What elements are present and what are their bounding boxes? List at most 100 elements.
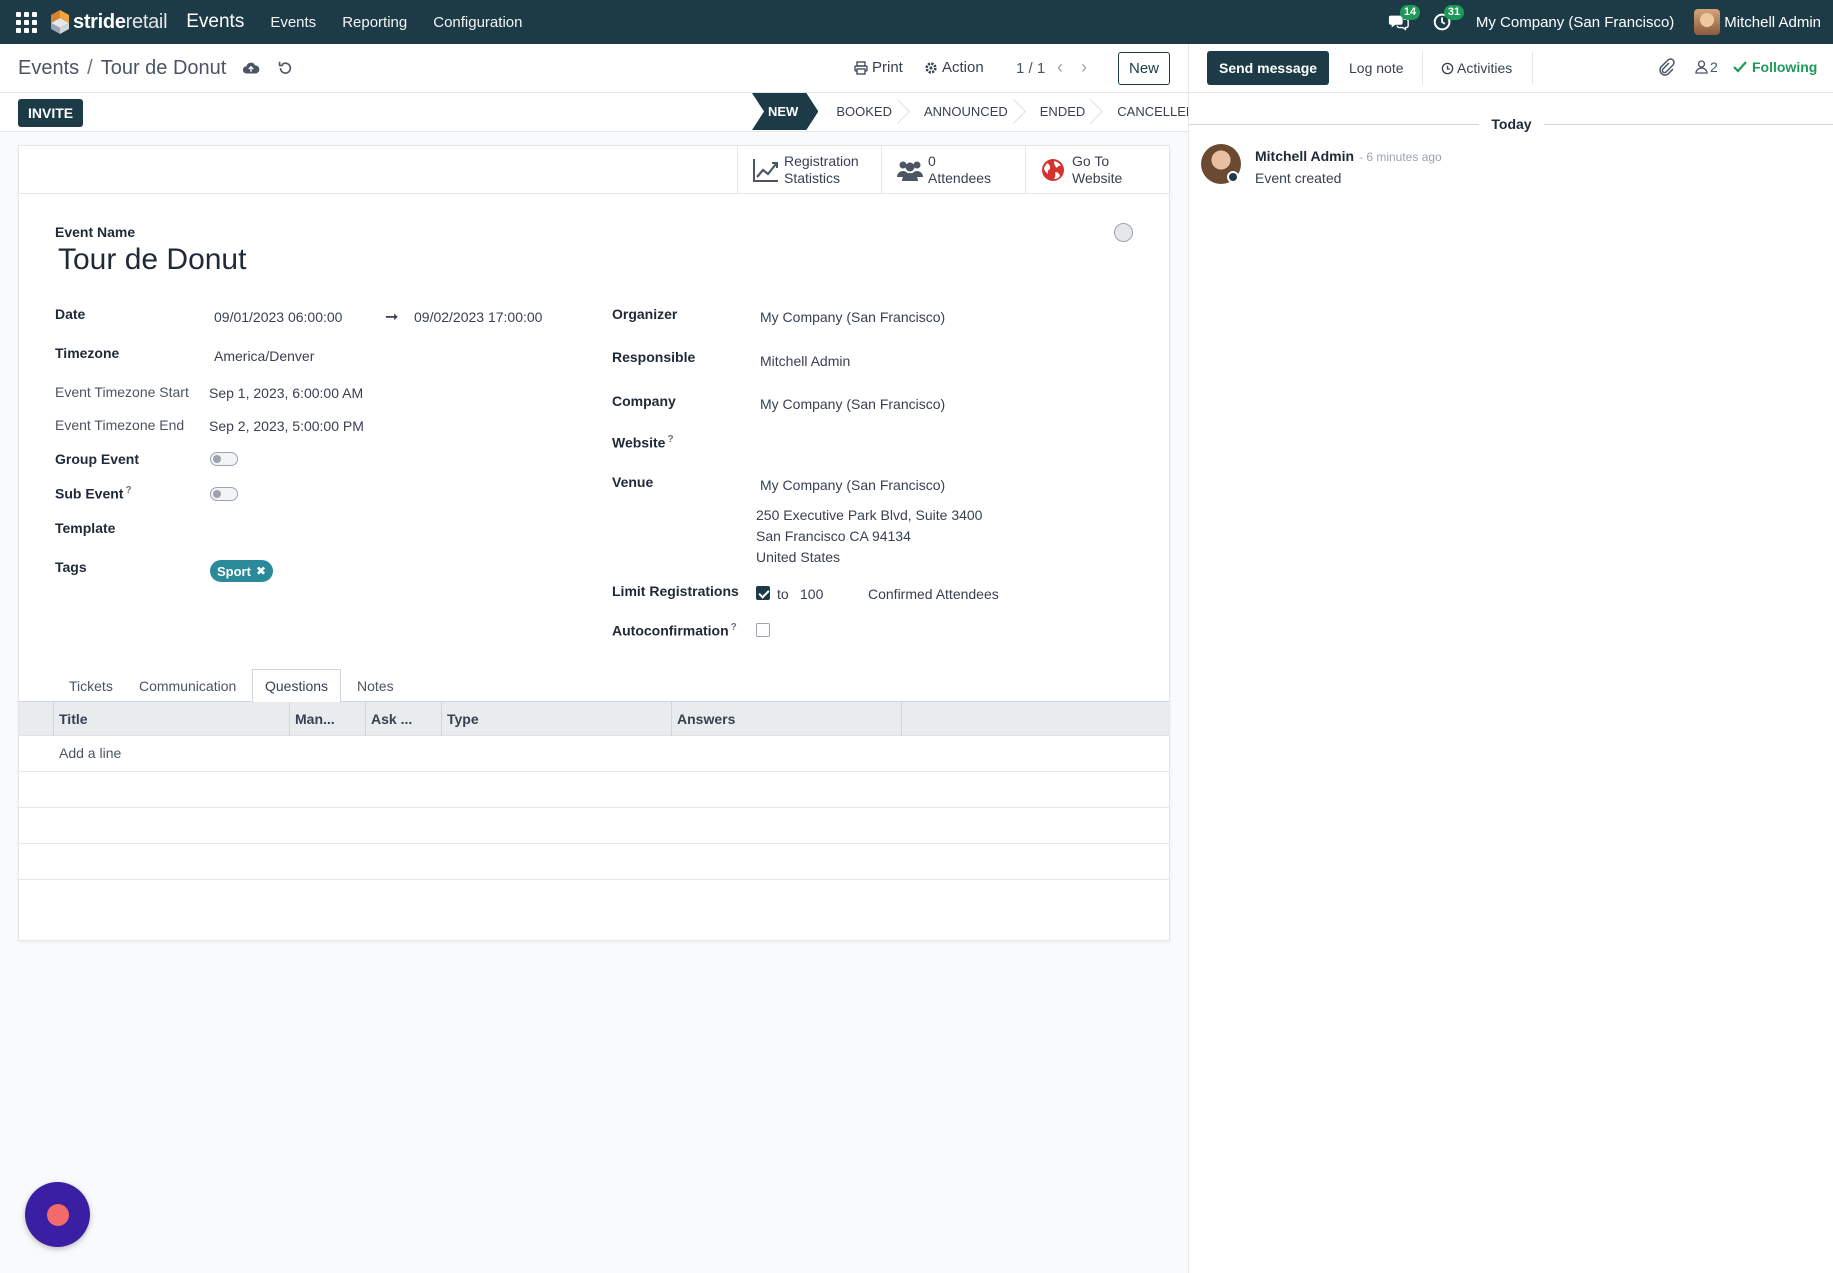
tab-communication[interactable]: Communication — [127, 669, 248, 703]
messages-button[interactable]: 14 — [1388, 5, 1421, 33]
menu-reporting[interactable]: Reporting — [342, 14, 407, 31]
app-title[interactable]: Events — [186, 11, 244, 33]
apps-menu-icon[interactable] — [14, 10, 38, 34]
printer-icon — [854, 60, 868, 75]
tz-start-label: Event Timezone Start — [55, 384, 189, 400]
column-type[interactable]: Type — [441, 702, 671, 736]
event-name-label: Event Name — [55, 224, 136, 240]
breadcrumb-current: Tour de Donut — [100, 57, 227, 79]
website-label-text: Website — [612, 434, 666, 451]
menu-events[interactable]: Events — [270, 14, 316, 31]
autoconfirmation-label-text: Autoconfirmation — [612, 622, 729, 639]
table-row — [19, 772, 1169, 808]
date-label: Date — [55, 306, 86, 322]
company-label: Company — [612, 393, 676, 409]
sub-event-toggle[interactable] — [210, 487, 238, 501]
column-title[interactable]: Title — [53, 702, 249, 736]
user-name: Mitchell Admin — [1724, 13, 1821, 31]
floating-record-button[interactable] — [25, 1182, 90, 1247]
questions-table-header: Title Man... Ask ... Type Answers — [19, 702, 1169, 736]
company-input[interactable]: My Company (San Francisco) — [760, 396, 945, 412]
new-button[interactable]: New — [1118, 52, 1170, 85]
breadcrumb-events-link[interactable]: Events — [18, 57, 79, 80]
pager-value[interactable]: 1 / 1 — [1016, 60, 1045, 77]
paperclip-icon[interactable] — [1657, 58, 1675, 78]
company-switcher[interactable]: My Company (San Francisco) — [1476, 14, 1674, 31]
message-author[interactable]: Mitchell Admin — [1255, 148, 1354, 164]
group-event-label: Group Event — [55, 451, 140, 467]
venue-input[interactable]: My Company (San Francisco) — [760, 477, 945, 493]
website-label-1: Go To — [1072, 153, 1110, 169]
stage-announced[interactable]: ANNOUNCED — [906, 93, 1022, 130]
brand-logo[interactable]: stride retail — [50, 9, 168, 35]
date-end-input[interactable]: 09/02/2023 17:00:00 — [414, 309, 542, 325]
following-button[interactable]: Following — [1733, 59, 1817, 75]
column-answers[interactable]: Answers — [671, 702, 901, 736]
registration-label-2: Statistics — [784, 170, 841, 186]
limit-value-input[interactable]: 100 — [800, 586, 823, 602]
chatter-topbar: Send message Log note Activities 2 Follo… — [1189, 44, 1833, 93]
timezone-label: Timezone — [55, 345, 120, 361]
website-help-icon[interactable]: ? — [667, 434, 673, 445]
chatter-panel: Send message Log note Activities 2 Follo… — [1188, 44, 1833, 1273]
venue-label: Venue — [612, 474, 654, 490]
go-to-website-button[interactable]: Go To Website — [1025, 146, 1169, 194]
organizer-input[interactable]: My Company (San Francisco) — [760, 309, 945, 325]
invite-button[interactable]: INVITE — [18, 99, 84, 127]
breadcrumb: Events / Tour de Donut — [18, 57, 294, 80]
autoconfirmation-checkbox[interactable] — [756, 623, 770, 637]
send-message-button[interactable]: Send message — [1207, 51, 1330, 85]
tz-start-value: Sep 1, 2023, 6:00:00 AM — [209, 385, 364, 401]
tab-notes[interactable]: Notes — [345, 669, 406, 703]
breadcrumb-separator: / — [87, 57, 93, 79]
log-note-button[interactable]: Log note — [1339, 51, 1423, 85]
stage-ended[interactable]: ENDED — [1022, 93, 1100, 130]
autoconfirmation-help-icon[interactable]: ? — [731, 622, 737, 633]
stage-new[interactable]: NEW — [752, 93, 818, 130]
control-panel: Events / Tour de Donut Print Action 1 / … — [0, 44, 1188, 93]
clock-outline-icon — [1441, 62, 1454, 74]
discard-undo-icon[interactable] — [276, 60, 294, 78]
followers-button[interactable]: 2 — [1695, 59, 1718, 75]
timezone-select[interactable]: America/Denver — [214, 348, 314, 364]
sub-event-label-text: Sub Event — [55, 485, 124, 502]
table-row — [19, 808, 1169, 844]
tab-questions[interactable]: Questions — [252, 669, 342, 703]
column-mandatory[interactable]: Man... — [289, 702, 365, 736]
arrow-right-icon: ➞ — [385, 309, 399, 326]
notebook-tabs: Tickets Communication Questions Notes — [19, 669, 1169, 703]
column-ask[interactable]: Ask ... — [365, 702, 441, 736]
pager-previous-icon[interactable]: ‹ — [1057, 57, 1063, 78]
attendees-button[interactable]: 0 Attendees — [881, 146, 1025, 194]
add-a-line-link[interactable]: Add a line — [59, 745, 121, 761]
activities-button[interactable]: 31 — [1432, 5, 1465, 33]
stage-booked[interactable]: BOOKED — [818, 93, 906, 130]
globe-icon — [1040, 157, 1068, 183]
stride-logo-icon — [51, 10, 69, 34]
group-event-toggle[interactable] — [210, 452, 238, 466]
online-status-icon — [1227, 171, 1239, 183]
save-cloud-icon[interactable] — [242, 60, 260, 78]
column-extra — [901, 702, 1131, 736]
action-button[interactable]: Action — [924, 59, 984, 76]
activities-count-badge: 31 — [1443, 5, 1465, 20]
tag-remove-icon[interactable]: ✖ — [256, 564, 266, 578]
pager-next-icon[interactable]: › — [1081, 57, 1087, 78]
print-button[interactable]: Print — [854, 59, 903, 76]
registration-statistics-button[interactable]: Registration Statistics — [737, 146, 881, 194]
attendees-label: Attendees — [928, 170, 992, 186]
event-name-input[interactable]: Tour de Donut — [58, 243, 246, 277]
tab-tickets[interactable]: Tickets — [57, 669, 125, 703]
kanban-state-toggle[interactable] — [1114, 223, 1133, 242]
user-menu[interactable]: Mitchell Admin — [1694, 9, 1821, 35]
limit-registrations-checkbox[interactable] — [756, 586, 770, 600]
date-start-input[interactable]: 09/01/2023 06:00:00 — [214, 309, 342, 325]
registration-label-1: Registration — [784, 153, 859, 169]
sub-event-help-icon[interactable]: ? — [125, 485, 131, 496]
activities-button[interactable]: Activities — [1431, 51, 1534, 85]
responsible-input[interactable]: Mitchell Admin — [760, 353, 850, 369]
messages-count-badge: 14 — [1399, 5, 1421, 20]
menu-configuration[interactable]: Configuration — [433, 14, 522, 31]
limit-suffix-text: Confirmed Attendees — [868, 586, 999, 602]
organizer-label: Organizer — [612, 306, 678, 322]
